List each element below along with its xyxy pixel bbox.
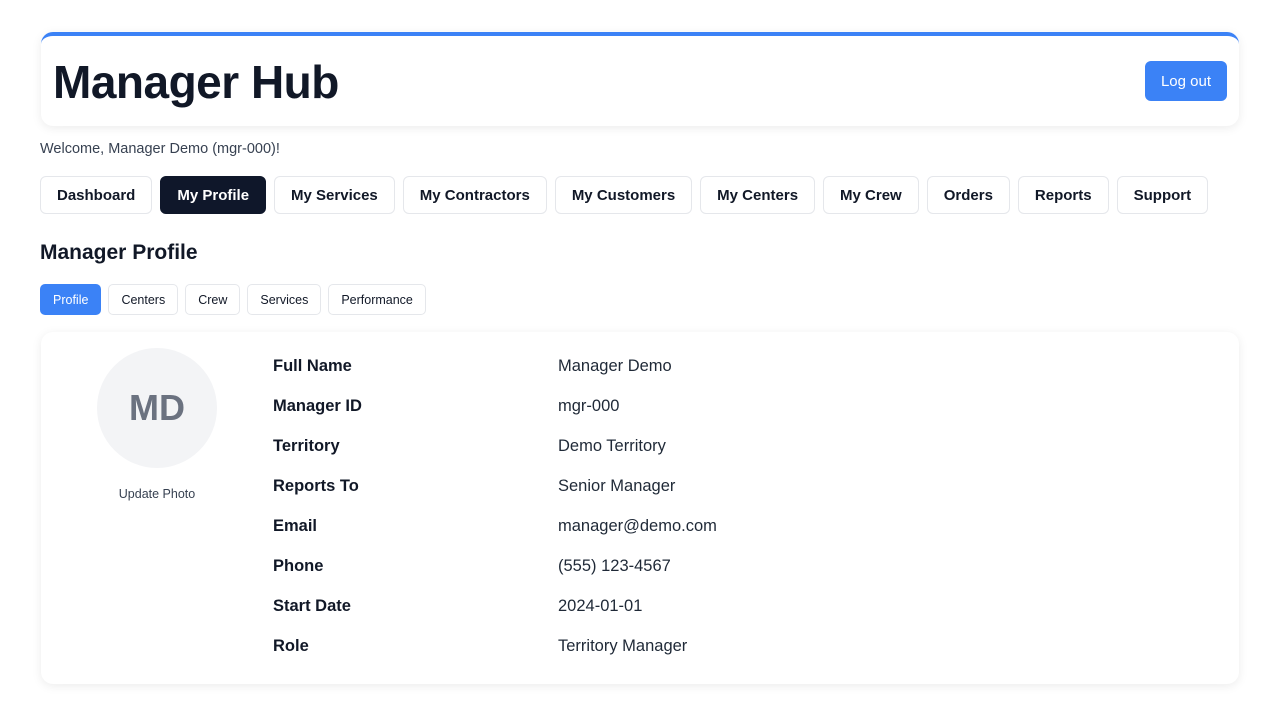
tab-services[interactable]: Services xyxy=(247,284,322,315)
field-role: Role Territory Manager xyxy=(273,627,1173,667)
welcome-message: Welcome, Manager Demo (mgr-000)! xyxy=(40,141,280,157)
nav-reports[interactable]: Reports xyxy=(1017,176,1109,214)
logout-button[interactable]: Log out xyxy=(1145,61,1227,101)
profile-sub-tabs: Profile Centers Crew Services Performanc… xyxy=(40,284,426,315)
nav-my-crew[interactable]: My Crew xyxy=(823,176,919,214)
field-value: Territory Manager xyxy=(558,637,688,655)
app-title: Manager Hub xyxy=(53,56,339,108)
tab-performance[interactable]: Performance xyxy=(328,284,426,315)
main-nav: Dashboard My Profile My Services My Cont… xyxy=(40,176,1209,214)
field-start-date: Start Date 2024-01-01 xyxy=(273,587,1173,627)
field-label: Reports To xyxy=(273,477,359,495)
field-label: Territory xyxy=(273,437,340,455)
nav-orders[interactable]: Orders xyxy=(926,176,1010,214)
field-full-name: Full Name Manager Demo xyxy=(273,347,1173,387)
field-reports-to: Reports To Senior Manager xyxy=(273,467,1173,507)
update-photo-link[interactable]: Update Photo xyxy=(97,487,217,501)
nav-my-customers[interactable]: My Customers xyxy=(554,176,693,214)
nav-my-services[interactable]: My Services xyxy=(274,176,395,214)
field-label: Email xyxy=(273,517,318,535)
profile-card: MD Update Photo Full Name Manager Demo M… xyxy=(41,332,1239,684)
field-label: Full Name xyxy=(273,357,352,375)
field-value: Senior Manager xyxy=(558,477,676,495)
avatar: MD xyxy=(97,348,217,468)
field-label: Role xyxy=(273,637,309,655)
field-value: 2024-01-01 xyxy=(558,597,643,615)
tab-centers[interactable]: Centers xyxy=(108,284,179,315)
nav-my-contractors[interactable]: My Contractors xyxy=(402,176,547,214)
tab-crew[interactable]: Crew xyxy=(185,284,241,315)
field-value: Demo Territory xyxy=(558,437,666,455)
field-territory: Territory Demo Territory xyxy=(273,427,1173,467)
field-label: Start Date xyxy=(273,597,351,615)
field-value: manager@demo.com xyxy=(558,517,717,535)
nav-my-centers[interactable]: My Centers xyxy=(700,176,816,214)
field-value: (555) 123-4567 xyxy=(558,557,671,575)
nav-my-profile[interactable]: My Profile xyxy=(160,176,267,214)
field-phone: Phone (555) 123-4567 xyxy=(273,547,1173,587)
nav-support[interactable]: Support xyxy=(1116,176,1209,214)
field-label: Phone xyxy=(273,557,324,575)
section-title: Manager Profile xyxy=(40,241,198,264)
field-value: Manager Demo xyxy=(558,357,672,375)
field-manager-id: Manager ID mgr-000 xyxy=(273,387,1173,427)
nav-dashboard[interactable]: Dashboard xyxy=(40,176,153,214)
field-email: Email manager@demo.com xyxy=(273,507,1173,547)
tab-profile[interactable]: Profile xyxy=(40,284,102,315)
field-value: mgr-000 xyxy=(558,397,620,415)
header-card: Manager Hub Log out xyxy=(41,32,1239,126)
field-label: Manager ID xyxy=(273,397,362,415)
